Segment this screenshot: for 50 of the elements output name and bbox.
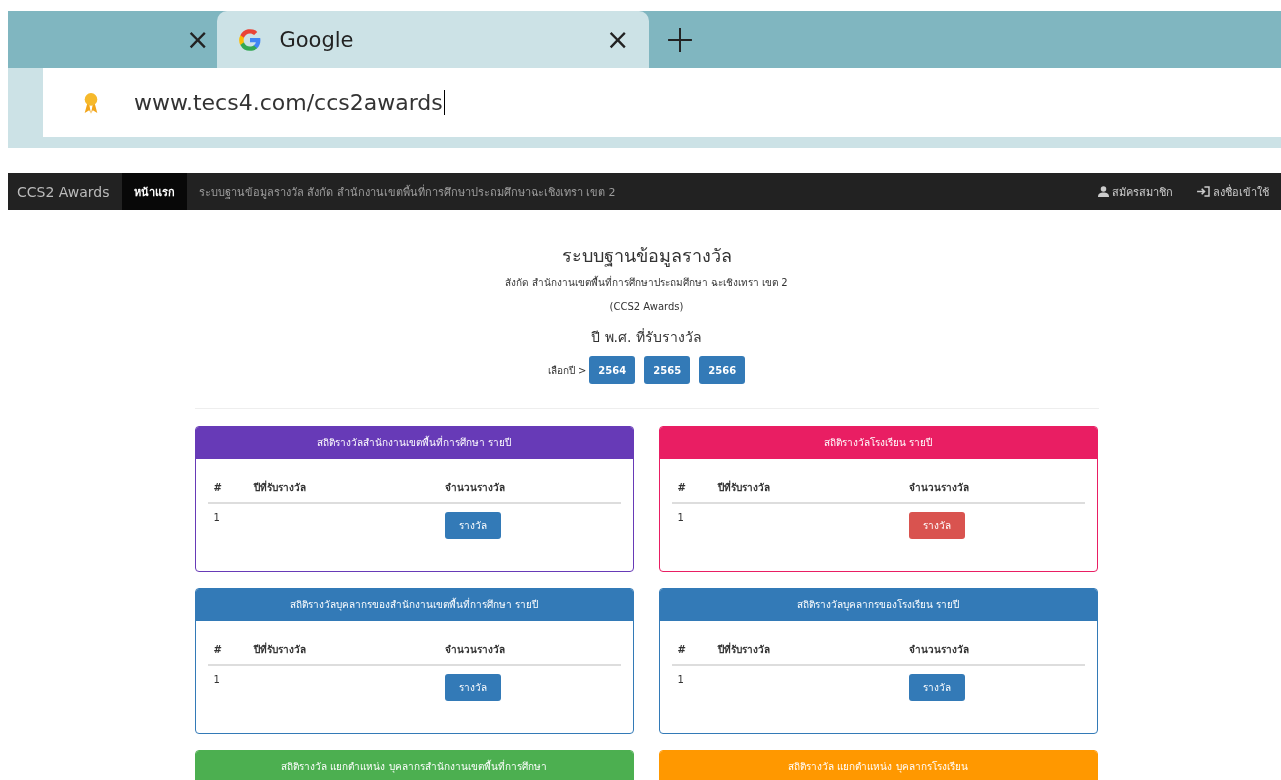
column-header: #: [213, 644, 223, 655]
login-icon: [1197, 186, 1210, 197]
award-button[interactable]: รางวัล: [908, 674, 965, 701]
panel-header: สถิติรางวัล แยกตำแหน่ง บุคลากรสำนักงานเขตพื้นที่การศึกษา: [195, 751, 633, 780]
column-header: จำนวนรางวัล: [908, 643, 970, 657]
year-button[interactable]: 2565: [644, 356, 691, 384]
panel-header: สถิติรางวัลบุคลากรของสำนักงานเขตพื้นที่การศึกษา รายปี: [195, 589, 633, 621]
tagline: (CCS2 Awards): [608, 301, 685, 312]
nav-link[interactable]: ระบบฐานข้อมูลรางวัล สังกัด สำนักงานเขตพื้นที่การศึกษาประถมศึกษาฉะเชิงเทรา เขต 2: [186, 173, 628, 210]
year-button[interactable]: 2564: [589, 356, 636, 384]
tab-title: Google: [279, 27, 355, 52]
column-header: จำนวนรางวัล: [908, 481, 970, 495]
nav-link[interactable]: หน้าแรก: [121, 173, 187, 210]
table-cell-text: 1: [677, 512, 685, 525]
column-header: #: [677, 644, 687, 655]
new-tab-icon[interactable]: [667, 27, 694, 53]
column-header: ปีที่รับรางวัล: [717, 480, 771, 495]
year-prompt: เลือกปี >: [547, 363, 587, 378]
column-header: #: [677, 482, 687, 493]
table-cell-text: 1: [677, 674, 685, 687]
browser-tab[interactable]: ×: [178, 11, 218, 68]
url-text: www.tecs4.com/ccs2awards: [134, 90, 445, 115]
award-ribbon-icon: [82, 90, 100, 115]
award-button[interactable]: รางวัล: [908, 512, 965, 539]
close-icon[interactable]: ×: [186, 23, 210, 56]
column-header: ปีที่รับรางวัล: [253, 642, 307, 657]
column-header: จำนวนรางวัล: [444, 643, 506, 657]
award-button[interactable]: รางวัล: [444, 512, 501, 539]
panel-header: สถิติรางวัลโรงเรียน รายปี: [659, 427, 1097, 459]
table-cell-text: 1: [213, 674, 221, 687]
subtitle: สังกัด สำนักงานเขตพื้นที่การศึกษาประถมศึกษา ฉะเชิงเทรา เขต 2: [504, 275, 789, 290]
brand-link[interactable]: CCS2 Awards: [8, 173, 122, 210]
award-button[interactable]: รางวัล: [444, 674, 501, 701]
section-heading: ปี พ.ศ. ที่รับรางวัล: [590, 327, 703, 347]
nav-link[interactable]: สมัครสมาชิก: [1086, 173, 1185, 210]
column-header: ปีที่รับรางวัล: [717, 642, 771, 657]
browser-tab[interactable]: Google ×: [217, 11, 650, 68]
page-title: ระบบฐานข้อมูลรางวัล: [560, 244, 733, 269]
panel-header: สถิติรางวัลบุคลากรของโรงเรียน รายปี: [659, 589, 1097, 621]
column-header: ปีที่รับรางวัล: [253, 480, 307, 495]
nav-link[interactable]: ลงชื่อเข้าใช้: [1185, 173, 1281, 210]
close-icon[interactable]: ×: [606, 23, 630, 56]
address-field[interactable]: www.tecs4.com/ccs2awards: [43, 68, 1281, 137]
column-header: #: [213, 482, 223, 493]
panel-header: สถิติรางวัล แยกตำแหน่ง บุคลากรโรงเรียน: [659, 751, 1097, 780]
panel-header: สถิติรางวัลสำนักงานเขตพื้นที่การศึกษา รายปี: [195, 427, 633, 459]
user-icon: [1098, 186, 1109, 197]
column-header: จำนวนรางวัล: [444, 481, 506, 495]
table-cell-text: 1: [213, 512, 221, 525]
year-button[interactable]: 2566: [699, 356, 746, 384]
